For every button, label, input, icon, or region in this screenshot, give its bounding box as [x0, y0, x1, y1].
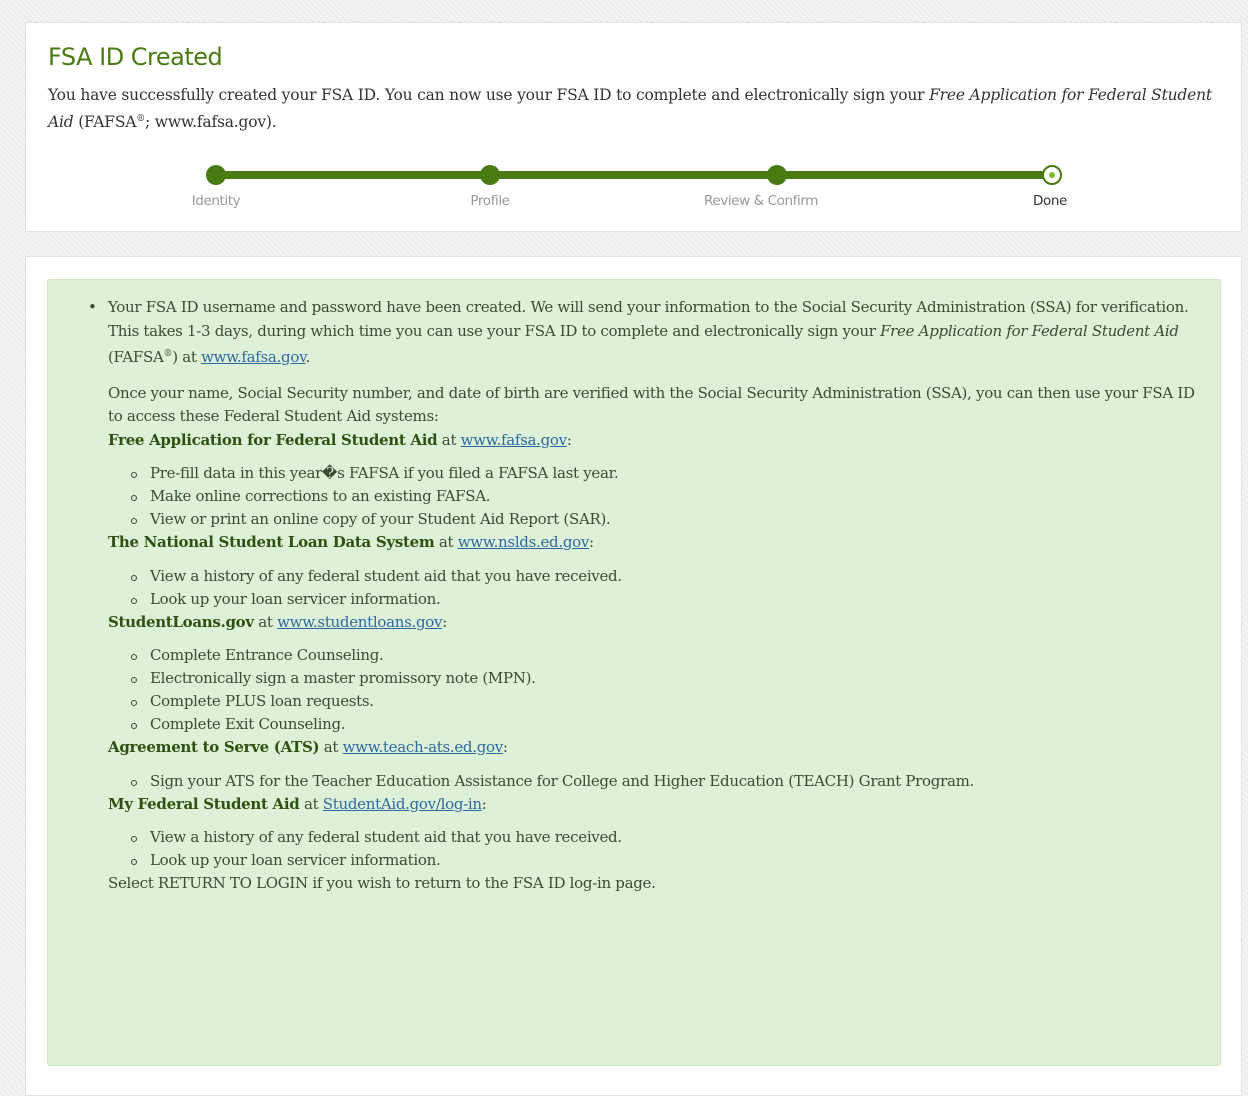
list-item: Look up your loan servicer information.: [130, 849, 1198, 872]
message-body: • Your FSA ID username and password have…: [88, 296, 1198, 896]
section-myfsa-title: My Federal Student Aid: [108, 794, 300, 813]
section-ats-title: Agreement to Serve (ATS): [108, 738, 320, 756]
list-item: Look up your loan servicer information.: [130, 588, 1198, 611]
page-title: FSA ID Created: [48, 43, 223, 71]
colon-text: :: [481, 794, 487, 813]
step-profile-complete-icon: [480, 165, 500, 185]
section-myfsa-heading: My Federal Student Aid at StudentAid.gov…: [108, 793, 1198, 817]
list-item: Make online corrections to an existing F…: [130, 485, 1198, 508]
list-item: Sign your ATS for the Teacher Education …: [130, 770, 1198, 793]
section-studentloans-heading: StudentLoans.gov at www.studentloans.gov…: [108, 611, 1198, 635]
section-fafsa-list: Pre-fill data in this year�s FAFSA if yo…: [108, 462, 1198, 531]
colon-text: :: [442, 612, 447, 631]
step-label-review-confirm: Review & Confirm: [703, 193, 819, 209]
step-identity-complete-icon: [206, 165, 226, 185]
section-ats-link[interactable]: www.teach-ats.ed.gov: [343, 738, 504, 756]
step-label-profile: Profile: [470, 193, 510, 209]
intro-fafsa-abbr: (FAFSA: [73, 113, 137, 132]
list-item: Pre-fill data in this year�s FAFSA if yo…: [130, 462, 1198, 485]
bullet-marker: •: [88, 298, 97, 316]
section-ats-list: Sign your ATS for the Teacher Education …: [108, 770, 1198, 793]
list-item: View or print an online copy of your Stu…: [130, 508, 1198, 531]
return-to-login-note: Select RETURN TO LOGIN if you wish to re…: [108, 874, 656, 892]
section-myfsa-list: View a history of any federal student ai…: [108, 826, 1198, 872]
list-item: Electronically sign a master promissory …: [130, 667, 1198, 690]
colon-text: :: [502, 738, 508, 756]
section-fafsa-link[interactable]: www.fafsa.gov: [461, 431, 567, 449]
step-label-identity: Identity: [191, 193, 241, 209]
at-text: at: [434, 533, 458, 551]
at-text: ) at: [172, 348, 202, 366]
intro-text: You have successfully created your FSA I…: [48, 83, 1223, 134]
progress-stepper: Identity Profile Review & Confirm Done: [26, 163, 1241, 213]
section-fafsa-title: Free Application for Federal Student Aid: [108, 430, 438, 449]
registered-mark: ®: [136, 114, 146, 124]
section-ats-heading: Agreement to Serve (ATS) at www.teach-at…: [108, 736, 1198, 760]
section-nslds-list: View a history of any federal student ai…: [108, 565, 1198, 611]
at-text: at: [253, 612, 278, 631]
step-review-complete-icon: [767, 165, 787, 185]
colon-text: :: [589, 533, 594, 551]
section-nslds-link[interactable]: www.nslds.ed.gov: [458, 533, 590, 551]
success-message: • Your FSA ID username and password have…: [47, 279, 1221, 1066]
section-studentloans-link[interactable]: www.studentloans.gov: [277, 613, 442, 631]
fafsa-name: Free Application for Federal Student Aid: [880, 321, 1179, 340]
step-label-done: Done: [1033, 193, 1067, 209]
section-myfsa-link[interactable]: StudentAid.gov/log-in: [323, 795, 482, 813]
section-nslds-heading: The National Student Loan Data System at…: [108, 531, 1198, 555]
section-fafsa-heading: Free Application for Federal Student Aid…: [108, 429, 1198, 453]
list-item: Complete Exit Counseling.: [130, 713, 1198, 736]
intro-text-start: You have successfully created your FSA I…: [48, 86, 930, 104]
intro-text-end: ; www.fafsa.gov).: [145, 113, 277, 132]
header-panel: FSA ID Created You have successfully cre…: [25, 22, 1242, 232]
list-item: Complete Entrance Counseling.: [130, 644, 1198, 667]
step-done-current-icon: [1042, 165, 1062, 185]
access-paragraph: Once your name, Social Security number, …: [108, 383, 1195, 426]
fafsa-abbr: (FAFSA: [108, 348, 164, 366]
fafsa-link[interactable]: www.fafsa.gov: [201, 348, 306, 366]
progress-track: [216, 171, 1052, 179]
list-item: View a history of any federal student ai…: [130, 565, 1198, 588]
registered-mark: ®: [163, 349, 173, 359]
at-text: at: [319, 738, 343, 756]
colon-text: :: [566, 430, 572, 449]
period-text: .: [305, 348, 310, 366]
section-nslds-title: The National Student Loan Data System: [108, 533, 435, 551]
list-item: View a history of any federal student ai…: [130, 826, 1198, 849]
at-text: at: [437, 430, 461, 449]
content-panel: • Your FSA ID username and password have…: [25, 256, 1242, 1096]
at-text: at: [299, 794, 323, 813]
verification-paragraph: Your FSA ID username and password have b…: [108, 296, 1198, 370]
section-studentloans-list: Complete Entrance Counseling. Electronic…: [108, 644, 1198, 736]
section-studentloans-title: StudentLoans.gov: [108, 612, 254, 631]
list-item: Complete PLUS loan requests.: [130, 690, 1198, 713]
